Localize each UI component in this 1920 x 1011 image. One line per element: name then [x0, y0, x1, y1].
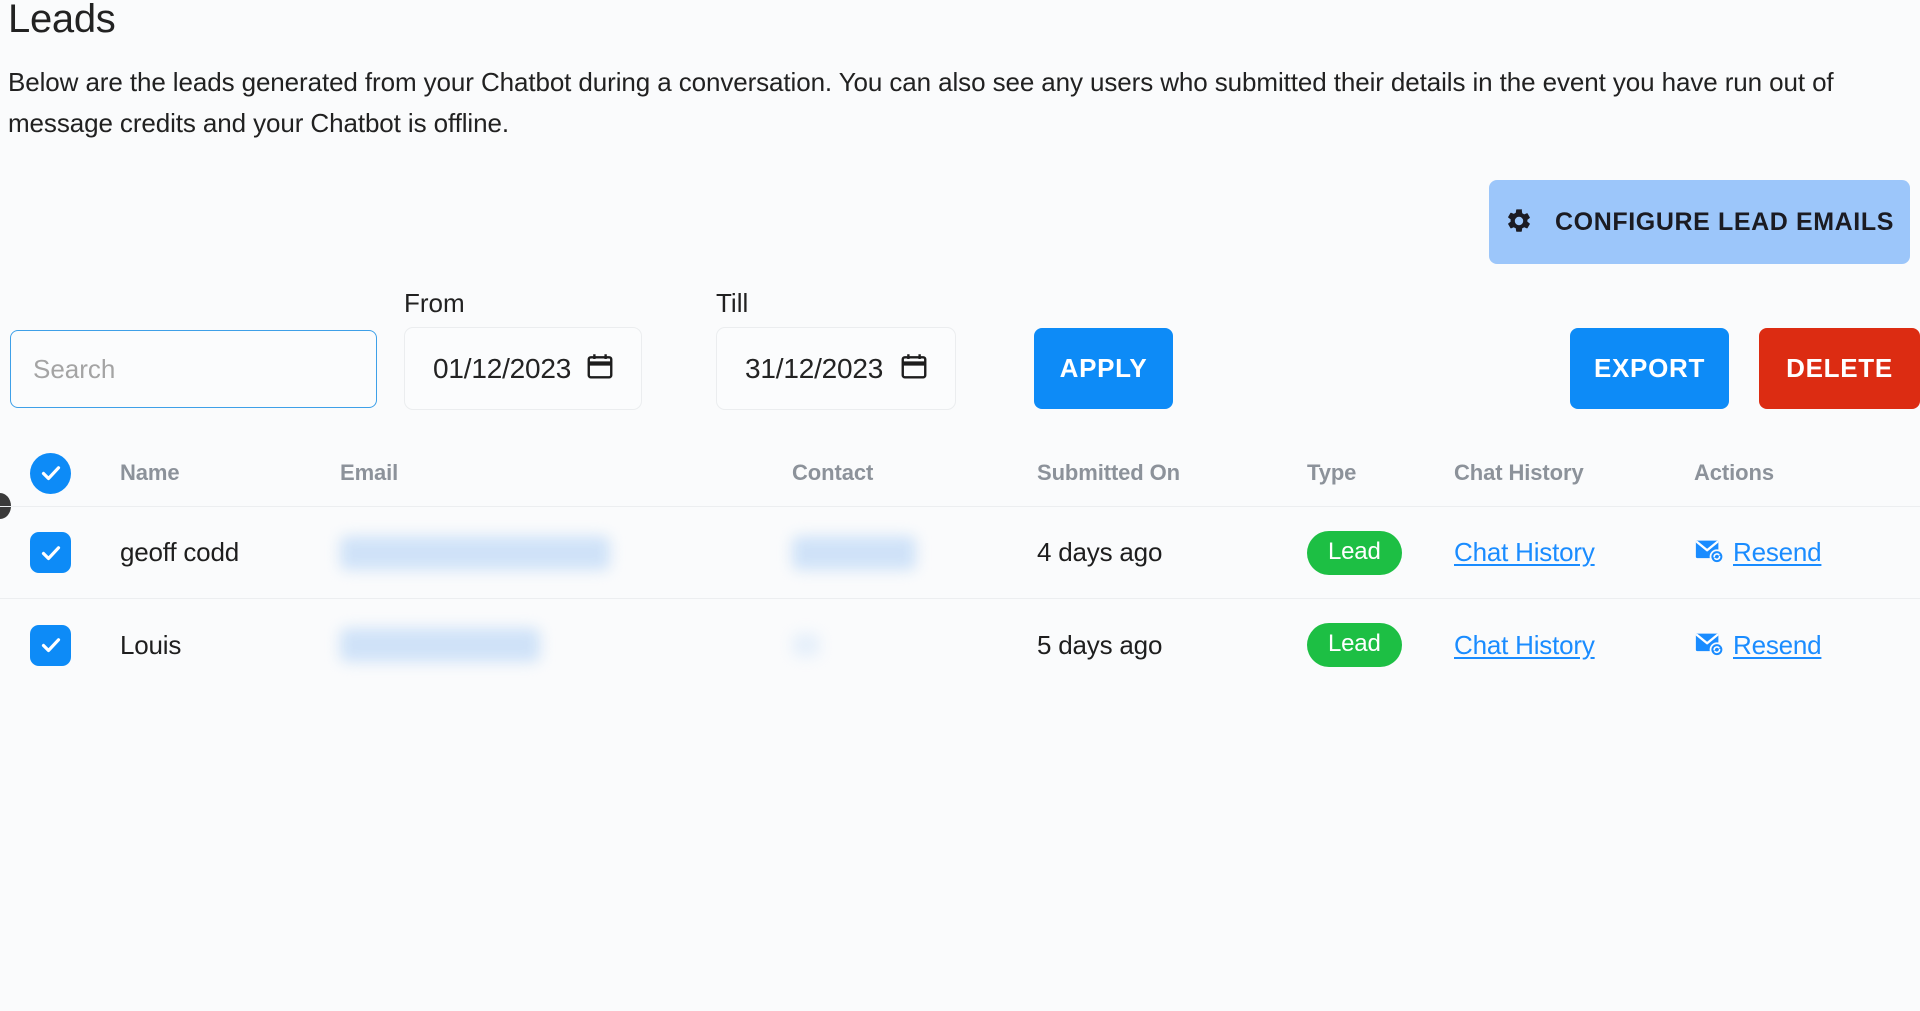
column-header-type: Type [1307, 460, 1357, 485]
cell-type: Lead [1307, 530, 1454, 575]
redacted-email [340, 535, 610, 570]
resend-action[interactable]: Resend [1694, 628, 1822, 663]
submitted-on-value: 5 days ago [1037, 629, 1163, 660]
lead-name: geoff codd [120, 537, 239, 567]
configure-lead-emails-label: CONFIGURE LEAD EMAILS [1555, 207, 1894, 236]
column-header-submitted-on: Submitted On [1037, 460, 1181, 485]
calendar-icon[interactable] [585, 351, 615, 386]
delete-button[interactable]: DELETE [1759, 328, 1920, 409]
from-date-field[interactable]: 01/12/2023 [404, 327, 642, 410]
column-header-email: Email [340, 460, 399, 485]
resend-label[interactable]: Resend [1733, 537, 1822, 568]
cell-name: Louis [120, 630, 340, 661]
cell-name: geoff codd [120, 537, 340, 568]
redacted-email [340, 628, 540, 662]
column-header-name: Name [120, 460, 180, 485]
cell-actions: Resend [1694, 628, 1920, 663]
calendar-icon[interactable] [899, 351, 929, 386]
column-header-actions: Actions [1694, 460, 1774, 485]
till-date-value: 31/12/2023 [745, 352, 884, 384]
submitted-on-value: 4 days ago [1037, 537, 1163, 567]
row-select-cell [0, 532, 120, 573]
row-checkbox[interactable] [30, 624, 71, 666]
cell-email [340, 535, 792, 570]
row-checkbox[interactable] [30, 532, 71, 573]
export-button[interactable]: EXPORT [1570, 328, 1729, 409]
cell-submitted-on: 4 days ago [1037, 537, 1307, 568]
from-date-value: 01/12/2023 [433, 352, 572, 384]
email-resend-icon [1694, 535, 1725, 570]
column-header-contact: Contact [792, 460, 874, 485]
gear-icon [1505, 207, 1533, 238]
chat-history-link[interactable]: Chat History [1454, 537, 1595, 568]
cell-type: Lead [1307, 623, 1454, 667]
cell-submitted-on: 5 days ago [1037, 630, 1307, 661]
cell-chat-history: Chat History [1454, 630, 1694, 661]
configure-lead-emails-button[interactable]: CONFIGURE LEAD EMAILS [1489, 180, 1910, 264]
cell-email [340, 628, 792, 662]
table-header-row: Name Email Contact Submitted On Type Cha… [0, 440, 1920, 507]
cell-chat-history: Chat History [1454, 537, 1694, 568]
leads-page: Leads Below are the leads generated from… [0, 0, 1920, 1011]
from-label: From [404, 288, 465, 318]
cell-actions: Resend [1694, 535, 1920, 570]
page-description: Below are the leads generated from your … [8, 67, 1834, 138]
leads-table: Name Email Contact Submitted On Type Cha… [0, 440, 1920, 691]
cell-contact [792, 633, 1037, 657]
table-row[interactable]: geoff codd 4 days ago Lead Chat History [0, 507, 1920, 599]
resend-action[interactable]: Resend [1694, 535, 1822, 570]
apply-button[interactable]: APPLY [1034, 328, 1173, 409]
chat-history-link[interactable]: Chat History [1454, 630, 1595, 661]
row-select-cell [0, 624, 120, 666]
status-badge: Lead [1307, 530, 1402, 575]
resend-label[interactable]: Resend [1733, 630, 1822, 661]
search-input[interactable] [10, 330, 377, 408]
select-all-checkbox[interactable] [30, 452, 71, 494]
page-title: Leads [8, 0, 116, 41]
email-resend-icon [1694, 628, 1725, 663]
cell-contact [792, 535, 1037, 570]
column-header-chat-history: Chat History [1454, 460, 1584, 485]
status-badge: Lead [1307, 623, 1402, 667]
till-label: Till [716, 288, 749, 318]
redacted-contact [792, 633, 820, 657]
select-all-cell [0, 452, 120, 494]
redacted-contact [792, 535, 916, 570]
table-row[interactable]: Louis 5 days ago Lead Chat History Resen… [0, 599, 1920, 691]
till-date-field[interactable]: 31/12/2023 [716, 327, 956, 410]
lead-name: Louis [120, 629, 182, 660]
